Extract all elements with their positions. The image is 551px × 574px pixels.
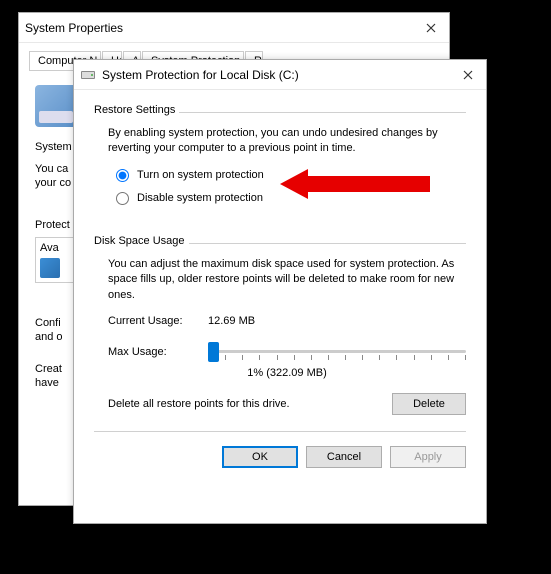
restore-desc: By enabling system protection, you can u… bbox=[108, 126, 466, 157]
disk-space-group: Disk Space Usage You can adjust the maxi… bbox=[94, 235, 466, 415]
bg-titlebar: System Properties bbox=[19, 13, 449, 43]
slider-thumb[interactable] bbox=[208, 342, 219, 362]
max-usage-slider[interactable] bbox=[208, 341, 466, 363]
radio-turn-on-label[interactable]: Turn on system protection bbox=[137, 169, 264, 181]
apply-button[interactable]: Apply bbox=[390, 446, 466, 468]
bg-title: System Properties bbox=[25, 21, 413, 35]
radio-turn-on[interactable] bbox=[116, 169, 129, 182]
radio-disable[interactable] bbox=[116, 192, 129, 205]
bg-ava: Ava bbox=[40, 242, 70, 254]
disk-legend: Disk Space Usage bbox=[94, 235, 189, 247]
ok-button[interactable]: OK bbox=[222, 446, 298, 468]
disk-icon bbox=[35, 85, 77, 127]
bg-close-button[interactable] bbox=[413, 13, 449, 43]
fg-title: System Protection for Local Disk (C:) bbox=[102, 68, 450, 82]
fg-titlebar: System Protection for Local Disk (C:) bbox=[74, 60, 486, 90]
current-usage-label: Current Usage: bbox=[108, 315, 208, 327]
shield-icon bbox=[40, 258, 60, 278]
max-usage-label: Max Usage: bbox=[108, 346, 208, 358]
fg-close-button[interactable] bbox=[450, 60, 486, 90]
cancel-button[interactable]: Cancel bbox=[306, 446, 382, 468]
radio-disable-label[interactable]: Disable system protection bbox=[137, 192, 263, 204]
disk-desc: You can adjust the maximum disk space us… bbox=[108, 257, 466, 303]
restore-settings-group: Restore Settings By enabling system prot… bbox=[94, 104, 466, 205]
close-icon bbox=[463, 70, 473, 80]
delete-button[interactable]: Delete bbox=[392, 393, 466, 415]
restore-legend: Restore Settings bbox=[94, 104, 179, 116]
current-usage-value: 12.69 MB bbox=[208, 315, 255, 327]
drive-icon bbox=[80, 67, 96, 83]
delete-desc: Delete all restore points for this drive… bbox=[108, 398, 392, 410]
system-protection-dialog: System Protection for Local Disk (C:) Re… bbox=[73, 59, 487, 524]
dialog-footer: OK Cancel Apply bbox=[94, 442, 466, 468]
close-icon bbox=[426, 23, 436, 33]
max-usage-readout: 1% (322.09 MB) bbox=[108, 367, 466, 379]
